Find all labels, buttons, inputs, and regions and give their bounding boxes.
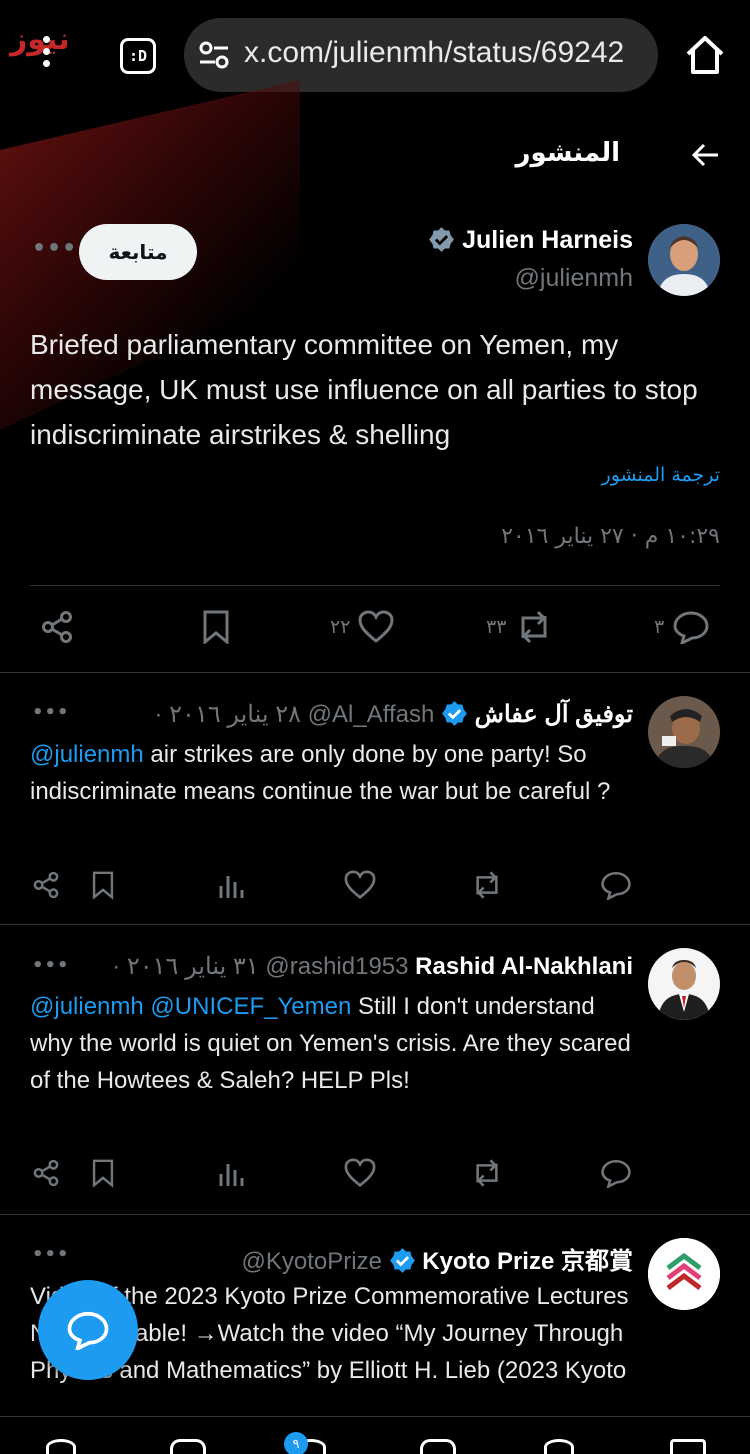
browser-menu-icon[interactable] — [40, 36, 52, 76]
post-text: Briefed parliamentary committee on Yemen… — [30, 329, 698, 450]
reply-date: · ٢٨ يناير ٢٠١٦ — [154, 701, 301, 728]
more-options-icon[interactable]: ••• — [32, 702, 70, 723]
verified-badge-icon — [389, 1248, 415, 1273]
reply-author-name: Kyoto Prize 京都賞 — [422, 1248, 633, 1275]
divider — [0, 672, 750, 673]
bookmark-icon — [203, 610, 229, 644]
views-button[interactable] — [218, 870, 244, 900]
post-header: المنشور — [0, 120, 750, 190]
reply-handle: @KyotoPrize — [241, 1248, 382, 1275]
divider — [0, 924, 750, 925]
bottom-navigation — [0, 1416, 750, 1454]
share-button[interactable] — [32, 870, 60, 900]
reply-button[interactable] — [600, 870, 632, 900]
reply-author-name: توفيق آل عفاش — [474, 701, 633, 728]
share-button[interactable] — [40, 610, 74, 644]
reply-icon — [601, 1159, 631, 1188]
mention-link[interactable]: @julienmh @UNICEF_Yemen — [30, 993, 351, 1020]
avatar[interactable] — [648, 696, 720, 768]
translate-link[interactable]: ترجمة المنشور — [602, 464, 720, 486]
reply-actions — [0, 1158, 750, 1198]
author-name-row[interactable]: Julien Harneis — [428, 226, 633, 255]
post-actions: ٢٢ ٣٣ ٣ — [0, 610, 750, 650]
page-title: المنشور — [515, 138, 620, 168]
reply-button[interactable]: ٣ — [654, 610, 710, 644]
avatar[interactable] — [648, 1238, 720, 1310]
more-options-icon[interactable]: ••• — [32, 1244, 70, 1265]
reply-author-name: Rashid Al-Nakhlani — [415, 953, 633, 980]
reply-handle: @Al_Affash — [307, 701, 435, 728]
address-bar[interactable]: x.com/julienmh/status/69242 — [184, 18, 658, 92]
divider — [30, 585, 720, 586]
verified-badge-icon — [442, 701, 467, 726]
bookmark-button[interactable] — [200, 610, 232, 644]
reply-actions — [0, 870, 750, 910]
avatar[interactable] — [648, 948, 720, 1020]
more-options-icon[interactable]: ••• — [32, 955, 70, 976]
tab-switcher-button[interactable]: :D — [120, 38, 156, 74]
verified-badge-icon — [429, 227, 455, 252]
heart-icon — [344, 1158, 376, 1188]
url-text[interactable]: x.com/julienmh/status/69242 — [244, 36, 624, 70]
analytics-icon — [219, 876, 244, 898]
reply-count: ٣ — [654, 616, 665, 638]
like-button[interactable]: ٢٢ — [330, 610, 394, 644]
browser-toolbar: نيوز :D x.com/julienmh/status/69242 — [0, 0, 750, 112]
home-nav-icon[interactable] — [670, 1439, 706, 1454]
share-button[interactable] — [32, 1158, 60, 1188]
author-handle[interactable]: @julienmh — [515, 264, 633, 293]
divider — [0, 1214, 750, 1215]
reply-date: · ٣١ يناير ٢٠١٦ — [112, 953, 259, 980]
share-icon — [33, 1159, 59, 1187]
share-icon — [33, 871, 59, 899]
bookmark-icon — [92, 1159, 114, 1188]
reply-header[interactable]: · ٣١ يناير ٢٠١٦ @rashid1953 Rashid Al-Na… — [112, 952, 633, 981]
repost-icon — [521, 610, 547, 644]
avatar[interactable] — [648, 224, 720, 296]
bookmark-button[interactable] — [90, 1158, 116, 1188]
communities-nav-icon[interactable] — [420, 1439, 456, 1454]
author-name: Julien Harneis — [462, 226, 633, 254]
heart-icon — [344, 870, 376, 900]
reply-text: @julienmh @UNICEF_Yemen Still I don't un… — [30, 988, 640, 1099]
views-button[interactable] — [218, 1158, 244, 1188]
like-button[interactable] — [344, 870, 376, 900]
repost-button[interactable] — [470, 870, 504, 900]
reply-header[interactable]: · ٢٨ يناير ٢٠١٦ @Al_Affash توفيق آل عفاش — [154, 700, 633, 729]
share-icon — [42, 611, 72, 643]
like-button[interactable] — [344, 1158, 376, 1188]
compose-reply-button[interactable] — [38, 1280, 138, 1380]
repost-icon — [476, 1159, 498, 1187]
bookmark-icon — [92, 871, 114, 900]
repost-count: ٣٣ — [486, 616, 507, 638]
search-nav-icon[interactable] — [544, 1439, 574, 1454]
home-icon[interactable] — [684, 34, 726, 76]
heart-icon — [358, 610, 394, 643]
messages-nav-icon[interactable] — [170, 1439, 206, 1454]
like-count: ٢٢ — [330, 616, 351, 638]
reply-handle: @rashid1953 — [265, 953, 409, 980]
repost-button[interactable]: ٣٣ — [486, 610, 554, 644]
repost-icon — [476, 871, 498, 899]
reply-icon — [673, 611, 709, 644]
reply-text: @julienmh air strikes are only done by o… — [30, 736, 640, 810]
repost-button[interactable] — [470, 1158, 504, 1188]
analytics-icon — [219, 1164, 244, 1186]
chat-bubble-icon — [67, 1311, 109, 1350]
bookmark-button[interactable] — [90, 870, 116, 900]
reply-icon — [601, 871, 631, 900]
reply-header[interactable]: @KyotoPrize Kyoto Prize 京都賞 — [242, 1241, 633, 1276]
mention-link[interactable]: @julienmh — [30, 741, 144, 768]
back-arrow-icon[interactable] — [690, 140, 720, 170]
follow-button[interactable]: متابعة — [79, 224, 197, 280]
profile-nav-icon[interactable] — [46, 1439, 76, 1454]
reply-button[interactable] — [600, 1158, 632, 1188]
notification-badge: ٩ — [284, 1432, 308, 1454]
more-options-icon[interactable]: ••• — [32, 236, 77, 261]
site-settings-icon[interactable] — [198, 40, 230, 70]
post-timestamp[interactable]: ١٠:٢٩ م · ٢٧ يناير ٢٠١٦ — [501, 524, 720, 549]
